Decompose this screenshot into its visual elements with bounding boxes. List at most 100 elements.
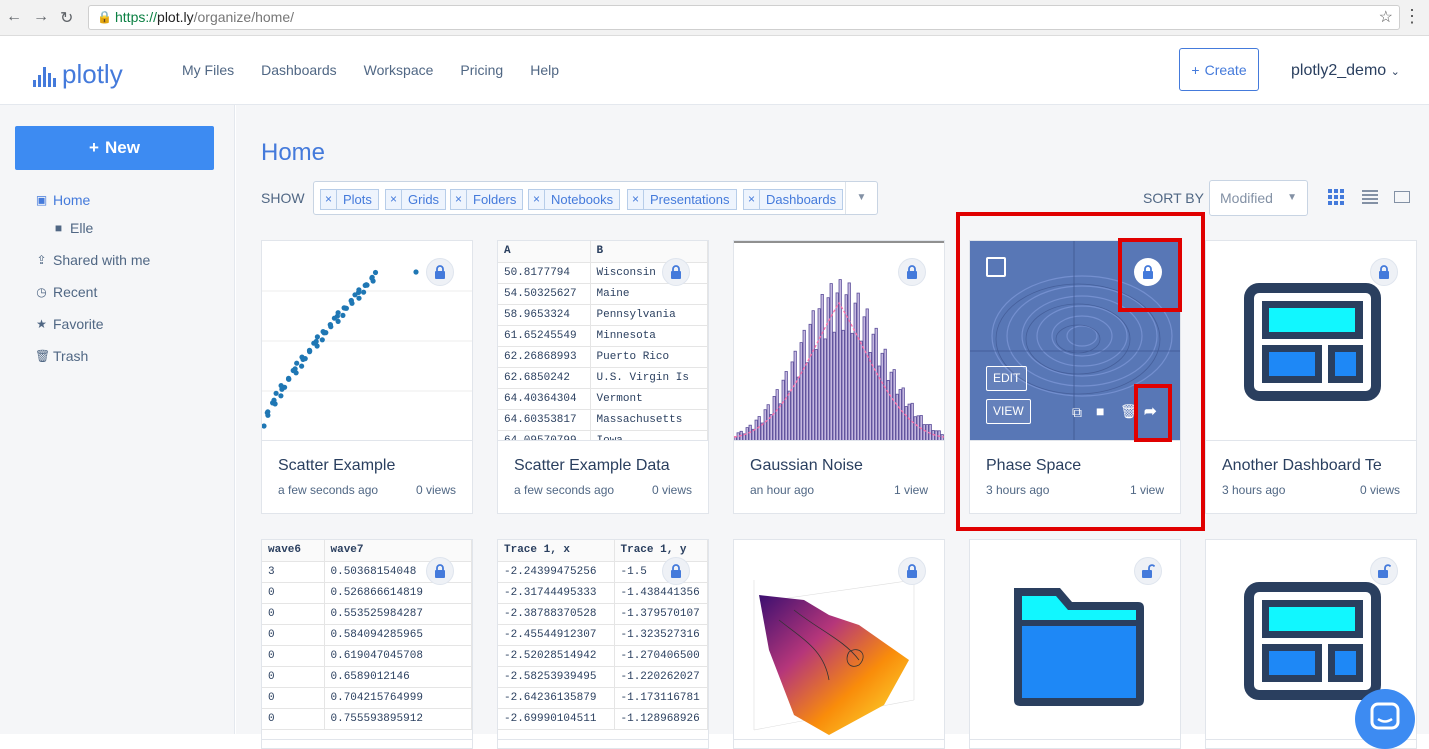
lock-icon[interactable] [426,258,454,286]
plotly-logo[interactable]: plotly [33,57,123,87]
file-card[interactable]: Scatter Example a few seconds ago 0 view… [261,240,473,514]
sidebar-item-shared[interactable]: ⇪ Shared with me [35,252,150,268]
lock-icon[interactable] [898,557,926,585]
sidebar-item-label: Shared with me [53,252,151,268]
card-title[interactable]: Scatter Example [278,457,463,475]
file-card[interactable]: Another Dashboard Te 3 hours ago 0 views [1205,240,1417,514]
list-view-icon[interactable] [1362,189,1378,210]
histogram-bar [934,430,938,440]
sidebar-item-recent[interactable]: ◷ Recent [35,284,97,300]
histogram-bar [799,342,803,440]
card-thumbnail[interactable] [734,540,944,740]
sidebar-item-home[interactable]: ▣ Home [35,192,91,208]
lock-icon[interactable] [426,557,454,585]
nav-workspace[interactable]: Workspace [364,62,434,78]
url-host: plot.ly [157,9,194,25]
remove-icon[interactable]: × [628,190,644,209]
sort-label: SORT BY [1143,190,1204,206]
filter-multiselect[interactable]: × Plots × Grids × Folders × Notebooks × Prese… [313,181,878,215]
scatter-point [313,338,319,345]
single-view-icon[interactable] [1394,189,1410,210]
sidebar-item-elle[interactable]: ■ Elle [52,220,93,236]
unlock-icon[interactable] [1370,557,1398,585]
file-card[interactable] [733,539,945,749]
scatter-point [271,397,277,403]
histogram-bar [775,389,779,440]
card-title[interactable]: Scatter Example Data [514,457,699,475]
file-card[interactable]: AB 50.8177794 Wisconsin 54.50325627 Maine … [497,240,709,514]
card-thumbnail[interactable]: wave6 wave7 3 0.50368154048 0 0.52686661481… [262,540,472,740]
histogram-bar [763,409,767,440]
remove-icon[interactable]: × [386,190,402,209]
filter-chip-folders[interactable]: × Folders [450,189,524,210]
filter-chip-presentations[interactable]: × Presentations [627,189,737,210]
scatter-point [343,305,349,311]
card-thumbnail[interactable] [262,241,472,441]
file-card[interactable]: wave6 wave7 3 0.50368154048 0 0.52686661481… [261,539,473,749]
browser-menu-icon[interactable]: ⋮ [1403,6,1421,27]
scatter-point [282,384,288,390]
nav-dashboards[interactable]: Dashboards [261,62,337,78]
card-thumbnail[interactable] [970,540,1180,740]
scatter-point [348,297,354,304]
histogram-bar [889,371,893,440]
create-button[interactable]: + Create [1179,48,1259,91]
card-thumbnail[interactable] [1206,241,1416,441]
card-title[interactable]: Gaussian Noise [750,457,935,475]
card-thumbnail[interactable]: AB 50.8177794 Wisconsin 54.50325627 Maine … [498,241,708,441]
back-icon[interactable]: ← [6,8,22,26]
histogram-bar [901,387,905,440]
username: plotly2_demo [1291,62,1387,79]
new-button[interactable]: + New [15,126,214,170]
remove-icon[interactable]: × [321,190,337,209]
logo-text: plotly [62,59,123,89]
card-thumbnail[interactable]: Trace 1, x Trace 1, y -2.24399475256 -1.5 … [498,540,708,740]
nav-help[interactable]: Help [530,62,559,78]
scatter-point [299,363,305,369]
histogram-bar [817,308,821,440]
support-chat-button[interactable] [1355,689,1415,749]
lock-icon[interactable] [898,258,926,286]
address-bar[interactable]: 🔒 https://plot.ly/organize/home/ ☆ [88,5,1400,30]
file-card[interactable]: Trace 1, x Trace 1, y -2.24399475256 -1.5 … [497,539,709,749]
clock-icon: ◷ [36,285,47,299]
reload-icon[interactable]: ↻ [60,8,73,28]
file-card[interactable]: Gaussian Noise an hour ago 1 view [733,240,945,514]
top-nav: My Files Dashboards Workspace Pricing He… [182,62,559,78]
filter-chip-dashboards[interactable]: × Dashboards [743,189,844,210]
bookmark-star-icon[interactable]: ☆ [1379,6,1393,29]
scatter-point [314,343,320,349]
unlock-icon[interactable] [1134,557,1162,585]
filter-chip-notebooks[interactable]: × Notebooks [528,189,621,210]
user-menu[interactable]: plotly2_demo ⌄ [1291,62,1400,80]
histogram-bar [808,323,812,440]
histogram-bar [868,352,872,440]
sidebar-item-favorite[interactable]: ★ Favorite [35,316,103,332]
grid-view-icon[interactable] [1328,189,1344,210]
card-title[interactable]: Another Dashboard Te [1222,457,1407,475]
histogram-bar [880,352,884,440]
sidebar-item-trash[interactable]: 🗑 Trash [35,348,88,364]
nav-my-files[interactable]: My Files [182,62,234,78]
forward-icon[interactable]: → [33,8,49,26]
lock-icon[interactable] [662,258,690,286]
filter-chip-grids[interactable]: × Grids [385,189,447,210]
lock-icon[interactable] [1370,258,1398,286]
sort-select[interactable]: Modified ▼ [1209,180,1308,216]
lock-icon[interactable] [662,557,690,585]
remove-icon[interactable]: × [451,190,467,209]
filter-chip-plots[interactable]: × Plots [320,189,379,210]
histogram-bar [859,340,863,440]
logo-bars-icon [33,67,56,87]
nav-pricing[interactable]: Pricing [460,62,503,78]
scatter-point [369,274,375,280]
card-views: 0 views [415,483,456,497]
file-card[interactable] [969,539,1181,749]
histogram-bar [874,327,878,440]
chevron-down-icon[interactable]: ▼ [845,182,877,214]
annotation-lock-highlight [1118,238,1182,312]
remove-icon[interactable]: × [529,190,545,209]
histogram-bar [760,422,764,440]
card-thumbnail[interactable] [734,241,944,441]
remove-icon[interactable]: × [744,190,760,209]
